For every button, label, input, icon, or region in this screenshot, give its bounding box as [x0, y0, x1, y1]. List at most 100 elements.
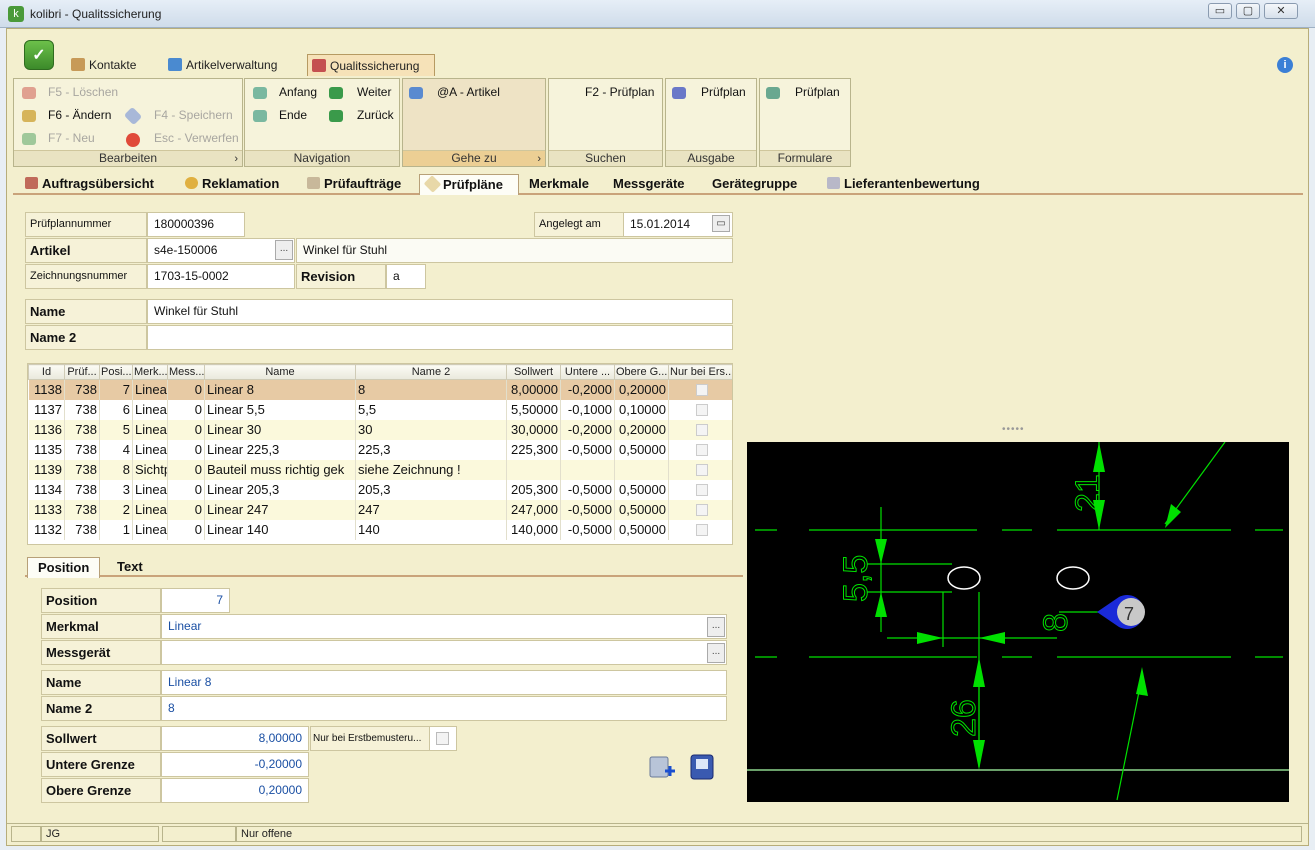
close-button[interactable]: ✕: [1264, 3, 1298, 19]
save-button[interactable]: F4 - Speichern: [154, 108, 233, 122]
ribbon-tab-kontakte[interactable]: Kontakte: [67, 54, 144, 76]
pruefplannummer-field[interactable]: 180000396: [147, 212, 245, 237]
info-icon[interactable]: i: [1277, 57, 1293, 73]
name2-field[interactable]: [147, 325, 733, 350]
erstbemusterung-cell[interactable]: [668, 379, 732, 400]
merkmal-field[interactable]: Linear: [161, 614, 727, 639]
table-row[interactable]: 1138 738 7 Linea 0 Linear 8 8 8,00000 -0,2000 0,2…: [28, 379, 732, 400]
position-field[interactable]: 7: [161, 588, 230, 613]
splitter-grip[interactable]: •••••: [1002, 424, 1025, 435]
artikel-name-field: Winkel für Stuhl: [296, 238, 733, 263]
grid-column-header[interactable]: Name: [204, 364, 356, 380]
status-filter: Nur offene: [236, 826, 1302, 842]
group-label: Formulare: [760, 150, 850, 166]
form-plan-button[interactable]: Prüfplan: [795, 85, 840, 99]
prev-button[interactable]: Zurück: [357, 108, 394, 122]
tab-lieferantenbewertung[interactable]: Lieferantenbewertung: [821, 174, 986, 195]
row-checkbox[interactable]: [695, 504, 708, 516]
row-checkbox[interactable]: [695, 524, 708, 536]
detail-name2-field[interactable]: 8: [161, 696, 727, 721]
last-button[interactable]: Ende: [279, 108, 307, 122]
table-row[interactable]: 1136 738 5 Linea 0 Linear 30 30 30,0000 -0,2000 0…: [28, 419, 732, 440]
erstbemusterung-cell[interactable]: [668, 479, 732, 500]
sollwert-field[interactable]: 8,00000: [161, 726, 309, 751]
grid-column-header[interactable]: Untere ...: [560, 364, 615, 380]
table-row[interactable]: 1133 738 2 Linea 0 Linear 247 247 247,000 -0,500…: [28, 499, 732, 520]
expand-icon[interactable]: ›: [234, 153, 238, 165]
erstbemusterung-cell[interactable]: [668, 519, 732, 540]
tab-pruefauftraege[interactable]: Prüfaufträge: [301, 174, 407, 195]
tab-geraetegruppe[interactable]: Gerätegruppe: [706, 174, 803, 195]
tab-reklamation[interactable]: Reklamation: [179, 174, 285, 195]
grid-cell: -0,5000: [560, 519, 615, 540]
zeichnung-field[interactable]: 1703-15-0002: [147, 264, 295, 289]
row-checkbox[interactable]: [695, 384, 708, 397]
table-row[interactable]: 1137 738 6 Linea 0 Linear 5,5 5,5 5,50000 -0,100…: [28, 399, 732, 420]
row-checkbox[interactable]: [695, 464, 708, 476]
calendar-icon[interactable]: ▭: [712, 215, 730, 232]
erstbemusterung-checkbox[interactable]: [429, 726, 457, 751]
expand-icon[interactable]: ›: [537, 153, 541, 165]
grid-cell: 140,000: [506, 519, 561, 540]
obere-grenze-field[interactable]: 0,20000: [161, 778, 309, 803]
untere-grenze-field[interactable]: -0,20000: [161, 752, 309, 777]
erstbemusterung-cell[interactable]: [668, 419, 732, 440]
grid-cell: 738: [64, 479, 100, 500]
ribbon-tab-artikelverwaltung[interactable]: Artikelverwaltung: [164, 54, 285, 76]
output-plan-button[interactable]: Prüfplan: [701, 85, 746, 99]
grid-column-header[interactable]: Id: [28, 364, 65, 380]
row-checkbox[interactable]: [695, 404, 708, 416]
messgeraet-field[interactable]: [161, 640, 727, 665]
first-button[interactable]: Anfang: [279, 85, 317, 99]
grid-column-header[interactable]: Name 2: [355, 364, 507, 380]
grid-column-header[interactable]: Posi...: [99, 364, 133, 380]
tab-merkmale[interactable]: Merkmale: [523, 174, 595, 195]
messgeraet-lookup-button[interactable]: ...: [707, 643, 725, 663]
minimize-button[interactable]: ▭: [1208, 3, 1232, 19]
tab-pruefplaene[interactable]: Prüfpläne: [419, 174, 519, 195]
tab-messgeraete[interactable]: Messgeräte: [607, 174, 691, 195]
new-button[interactable]: F7 - Neu: [48, 131, 95, 145]
erstbemusterung-cell[interactable]: [668, 499, 732, 520]
name-field[interactable]: Winkel für Stuhl: [147, 299, 733, 324]
table-row[interactable]: 1134 738 3 Linea 0 Linear 205,3 205,3 205,300 -0…: [28, 479, 732, 500]
maximize-button[interactable]: ▢: [1236, 3, 1260, 19]
artikel-field[interactable]: s4e-150006: [147, 238, 295, 263]
kolibri-logo-icon[interactable]: ✓: [24, 40, 54, 70]
erstbemusterung-cell[interactable]: [668, 399, 732, 420]
merkmal-lookup-button[interactable]: ...: [707, 617, 725, 637]
grid-column-header[interactable]: Prüf...: [64, 364, 100, 380]
grid-column-header[interactable]: Nur bei Ers...: [668, 364, 732, 380]
grid-cell: 0: [167, 459, 205, 480]
tab-text[interactable]: Text: [107, 557, 153, 578]
table-row[interactable]: 1132 738 1 Linea 0 Linear 140 140 140,000 -0,500…: [28, 519, 732, 540]
grid-column-header[interactable]: Sollwert: [506, 364, 561, 380]
row-checkbox[interactable]: [695, 484, 708, 496]
delete-button[interactable]: F5 - Löschen: [48, 85, 118, 99]
form-icon: [766, 87, 780, 99]
search-plan-button[interactable]: F2 - Prüfplan: [585, 85, 654, 99]
detail-name-field[interactable]: Linear 8: [161, 670, 727, 695]
grid-column-header[interactable]: Mess...: [167, 364, 205, 380]
add-drawing-icon[interactable]: [647, 751, 677, 781]
tab-label: Gerätegruppe: [712, 176, 798, 191]
artikel-lookup-button[interactable]: ...: [275, 240, 293, 260]
edit-drawing-icon[interactable]: [687, 749, 719, 781]
erstbemusterung-cell[interactable]: [668, 439, 732, 460]
grid-column-header[interactable]: Merk...: [132, 364, 168, 380]
goto-article-button[interactable]: @A - Artikel: [437, 85, 500, 99]
technical-drawing[interactable]: 21 5,5 8 26 7: [747, 441, 1289, 802]
edit-button[interactable]: F6 - Ändern: [48, 108, 111, 122]
erstbemusterung-cell[interactable]: [668, 459, 732, 480]
table-row[interactable]: 11397388Sichtp0Bauteil muss richtig geks…: [28, 459, 732, 480]
row-checkbox[interactable]: [695, 424, 708, 436]
ribbon-tab-qualitaetssicherung[interactable]: Qualitssicherung: [307, 54, 435, 76]
table-row[interactable]: 1135 738 4 Linea 0 Linear 225,3 225,3 225,300 -0…: [28, 439, 732, 460]
discard-button[interactable]: Esc - Verwerfen: [154, 131, 239, 145]
revision-field[interactable]: a: [386, 264, 426, 289]
tab-auftragsuebersicht[interactable]: Auftragsübersicht: [19, 174, 160, 195]
row-checkbox[interactable]: [695, 444, 708, 456]
grid-column-header[interactable]: Obere G...: [614, 364, 669, 380]
next-button[interactable]: Weiter: [357, 85, 391, 99]
tab-position[interactable]: Position: [27, 557, 101, 578]
